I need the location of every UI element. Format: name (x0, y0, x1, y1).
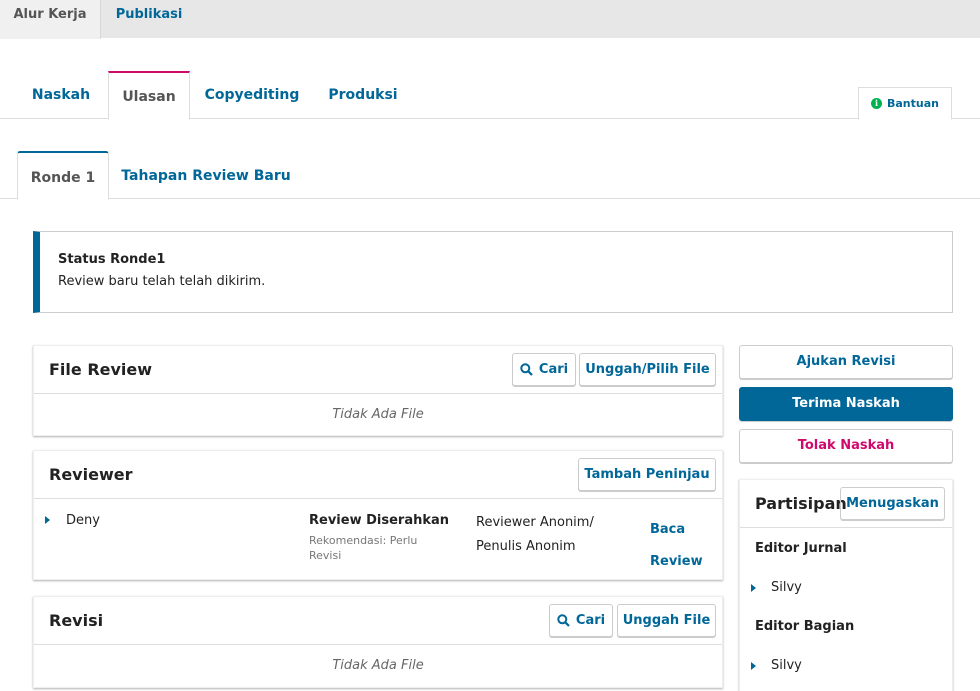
revisions-empty: Tidak Ada File (332, 658, 424, 673)
participants-panel: Partisipan Menugaskan Editor Jurnal Silv… (739, 479, 953, 691)
top-tab-bar-filler (197, 0, 980, 38)
upload-select-file-button[interactable]: Unggah/Pilih File (579, 353, 716, 386)
round-tabs: Ronde 1 Tahapan Review Baru (0, 151, 980, 200)
round-status-title: Status Ronde1 (58, 252, 166, 267)
expand-caret-icon[interactable] (751, 662, 756, 670)
participants-title: Partisipan (755, 494, 847, 513)
tab-workflow[interactable]: Alur Kerja (0, 0, 101, 39)
search-label: Cari (575, 613, 606, 628)
reviewer-status: Review Diserahkan (309, 513, 450, 528)
stage-tabs: Naskah Ulasan Copyediting Produksi (0, 71, 980, 120)
review-files-panel: File Review Cari Unggah/Pilih File Tidak… (33, 345, 723, 436)
assign-participant-button[interactable]: Menugaskan (840, 487, 945, 520)
reviewer-name: Deny (66, 513, 100, 528)
tab-publication[interactable]: Publikasi (101, 0, 197, 38)
revisions-title: Revisi (49, 611, 104, 630)
review-files-empty: Tidak Ada File (332, 407, 424, 422)
review-files-header: File Review Cari Unggah/Pilih File (34, 346, 722, 394)
round-status-notice: Status Ronde1 Review baru telah telah di… (33, 231, 953, 313)
tab-production[interactable]: Produksi (318, 71, 408, 119)
reviewer-row: Deny Review Diserahkan Rekomendasi: Perl… (34, 499, 722, 579)
revisions-header: Revisi Cari Unggah File (34, 597, 722, 645)
help-label: Bantuan (887, 97, 939, 110)
reviewers-panel: Reviewer Tambah Peninjau Deny Review Dis… (33, 450, 723, 580)
revisions-panel: Revisi Cari Unggah File Tidak Ada File (33, 596, 723, 688)
tab-copyediting[interactable]: Copyediting (198, 71, 306, 119)
expand-caret-icon[interactable] (45, 516, 50, 524)
search-icon (520, 363, 533, 376)
add-reviewer-button[interactable]: Tambah Peninjau (578, 458, 716, 491)
expand-caret-icon[interactable] (751, 584, 756, 592)
reviewers-header: Reviewer Tambah Peninjau (34, 451, 722, 499)
tab-review[interactable]: Ulasan (108, 71, 190, 120)
review-files-search-button[interactable]: Cari (512, 353, 576, 386)
review-files-title: File Review (49, 360, 153, 379)
role-section-editor: Editor Bagian (755, 619, 855, 634)
participants-header: Partisipan Menugaskan (740, 480, 952, 528)
reviewer-recommendation: Rekomendasi: Perlu Revisi (309, 534, 418, 562)
info-icon: i (871, 98, 882, 109)
tab-new-review-round[interactable]: Tahapan Review Baru (120, 151, 292, 199)
decline-submission-button[interactable]: Tolak Naskah (739, 429, 953, 463)
upload-file-button[interactable]: Unggah File (617, 604, 716, 637)
reviewers-title: Reviewer (49, 465, 133, 484)
read-review-link[interactable]: Baca Review (650, 514, 710, 578)
search-icon (557, 614, 570, 627)
role-journal-editor: Editor Jurnal (755, 541, 847, 556)
tab-round-1[interactable]: Ronde 1 (17, 151, 109, 200)
participant-name: Silvy (771, 658, 802, 673)
search-label: Cari (538, 362, 569, 377)
participant-name: Silvy (771, 580, 802, 595)
review-method: Reviewer Anonim/ Penulis Anonim (476, 515, 594, 554)
request-revisions-button[interactable]: Ajukan Revisi (739, 345, 953, 379)
help-button[interactable]: i Bantuan (858, 87, 952, 120)
round-status-text: Review baru telah telah dikirim. (58, 274, 266, 289)
tab-submission[interactable]: Naskah (17, 71, 105, 119)
revisions-search-button[interactable]: Cari (549, 604, 613, 637)
accept-submission-button[interactable]: Terima Naskah (739, 387, 953, 421)
